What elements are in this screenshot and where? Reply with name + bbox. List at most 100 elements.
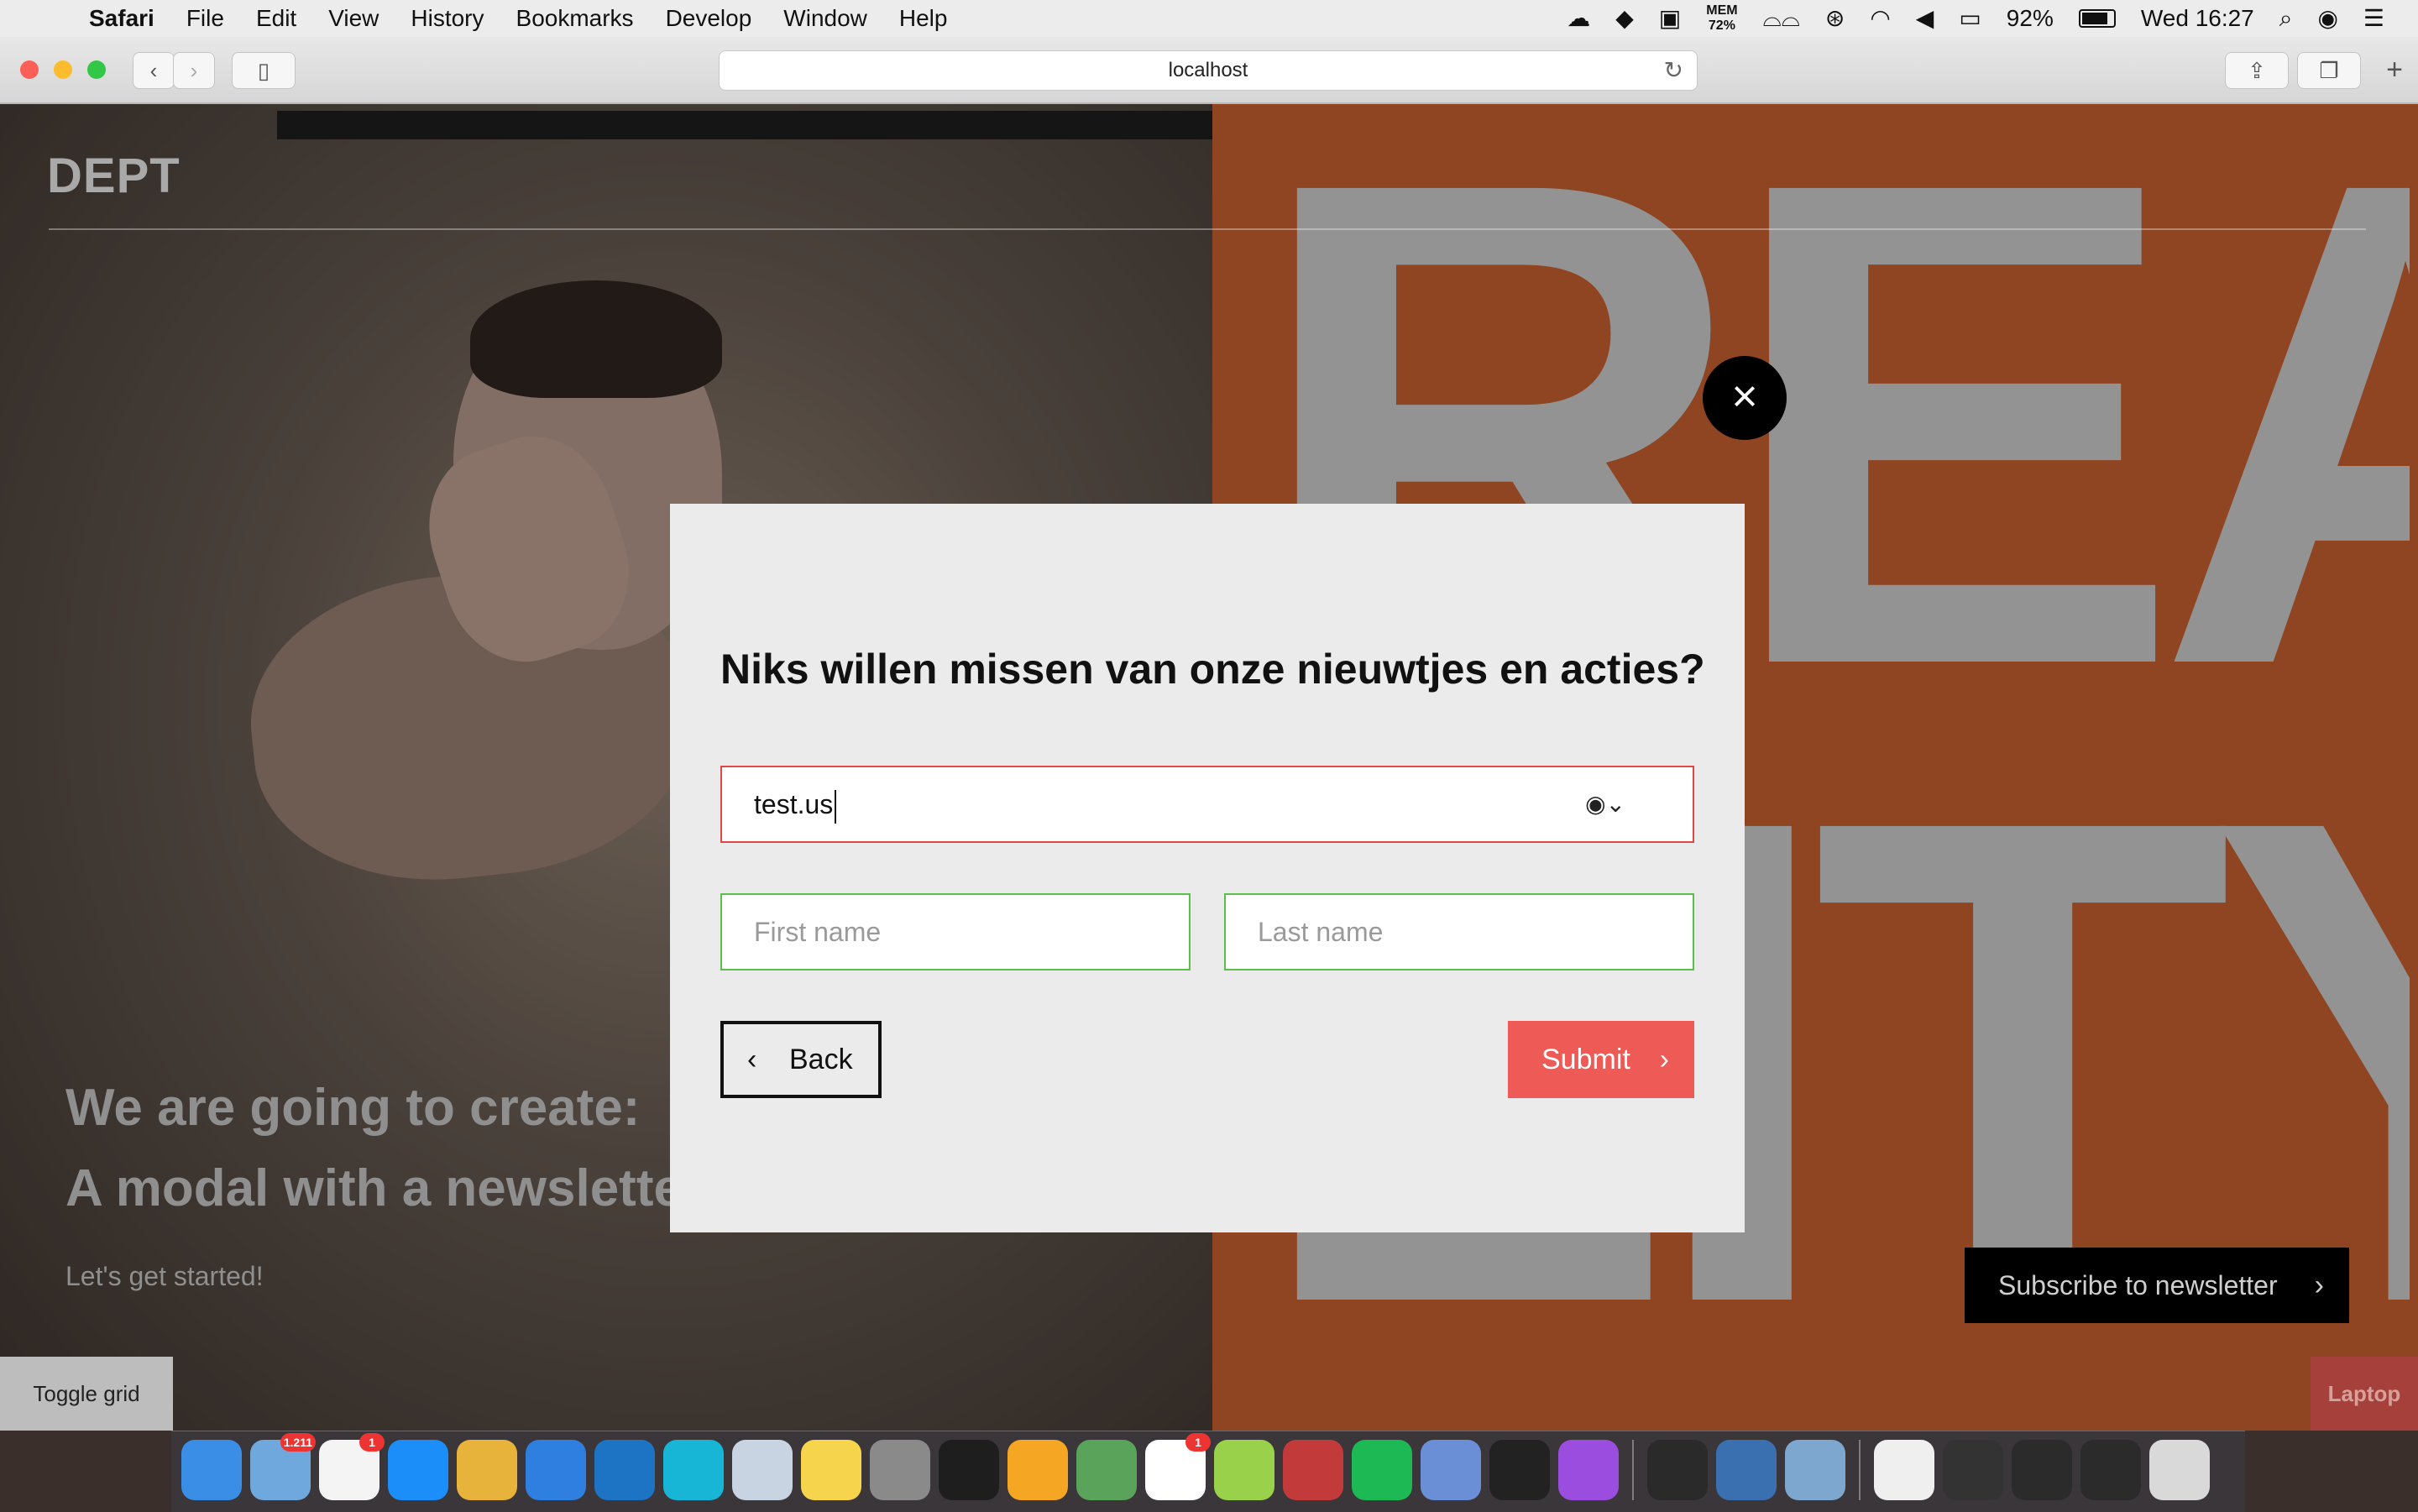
volume-icon[interactable]: ◀ [1916, 0, 1934, 37]
dock-calendar-icon[interactable]: 1 [319, 1433, 385, 1500]
forward-nav-button[interactable]: › [173, 52, 215, 89]
last-name-field[interactable]: Last name [1224, 893, 1694, 971]
menu-window[interactable]: Window [783, 0, 867, 37]
airplay-icon[interactable]: ▭ [1959, 0, 1981, 37]
dock-icons: 1.211 1 1 [181, 1433, 2210, 1500]
last-name-placeholder: Last name [1258, 917, 1384, 947]
menu-bookmarks[interactable]: Bookmarks [516, 0, 634, 37]
menu-file[interactable]: File [186, 0, 224, 37]
chevron-right-icon: › [1659, 1044, 1669, 1075]
back-nav-button[interactable]: ‹ [133, 52, 175, 89]
dock-quicktime-icon[interactable] [1716, 1440, 1777, 1500]
back-button[interactable]: ‹ Back [720, 1021, 882, 1098]
email-field[interactable]: test.us ◉⌄ [720, 766, 1694, 843]
submit-button[interactable]: Submit › [1508, 1021, 1694, 1098]
dock-mail-pilot-icon[interactable] [1283, 1440, 1343, 1500]
window-controls [20, 60, 106, 79]
dock-activity-monitor-icon[interactable] [1647, 1440, 1708, 1500]
share-icon[interactable]: ⇪ [2225, 52, 2289, 89]
dock-separator [1859, 1440, 1861, 1500]
dock-document-icon[interactable] [1874, 1440, 1934, 1500]
dock-podcasts-icon[interactable] [1558, 1440, 1619, 1500]
menu-safari[interactable]: Safari [89, 0, 154, 37]
dock-badge: 1.211 [280, 1433, 316, 1452]
dock-finder-icon[interactable] [181, 1440, 242, 1500]
address-bar-url: localhost [1168, 59, 1248, 81]
memory-label: MEM [1706, 3, 1738, 18]
address-bar[interactable]: localhost ↻ [719, 50, 1698, 91]
glasses-icon[interactable]: ⌓⌓ [1763, 0, 1800, 37]
chevron-left-icon: ‹ [747, 1044, 757, 1075]
creative-cloud-icon[interactable]: ☁ [1567, 0, 1590, 37]
first-name-field[interactable]: First name [720, 893, 1191, 971]
memory-value: 72% [1708, 18, 1735, 33]
menu-view[interactable]: View [328, 0, 379, 37]
modal-title: Niks willen missen van onze nieuwtjes en… [720, 646, 1705, 693]
sidebar-toggle-icon[interactable]: ▯ [232, 52, 296, 89]
dock-nvalt-icon[interactable] [1214, 1440, 1274, 1500]
dock-system-preferences-icon[interactable] [870, 1440, 930, 1500]
accessibility-icon[interactable]: ⊛ [1825, 0, 1845, 37]
dock: 1.211 1 1 [171, 1431, 2245, 1512]
dock-sketch-icon[interactable] [1008, 1440, 1068, 1500]
modal-close-button[interactable]: × [1703, 356, 1787, 440]
dock-notes-icon[interactable] [801, 1440, 861, 1500]
dock-trash-icon[interactable] [2149, 1440, 2210, 1500]
subscribe-newsletter-button[interactable]: Subscribe to newsletter › [1965, 1248, 2349, 1323]
newsletter-modal: Niks willen missen van onze nieuwtjes en… [670, 504, 1745, 1232]
back-button-label: Back [789, 1044, 853, 1075]
dock-terminal-icon[interactable] [939, 1440, 999, 1500]
site-logo[interactable]: DEPT [47, 148, 181, 204]
chevron-right-icon: › [2314, 1269, 2324, 1301]
clock[interactable]: Wed 16:27 [2141, 0, 2254, 37]
menubar-status-area: ☁ ◆ ▣ MEM 72% ⌓⌓ ⊛ ◠ ◀ ▭ 92% Wed 16:27 ⌕… [1567, 0, 2384, 37]
menubar-menus: Safari File Edit View History Bookmarks Develo… [89, 0, 947, 37]
menubar: Safari File Edit View History Bookmarks Develo… [0, 0, 2418, 37]
dock-separator [1632, 1440, 1634, 1500]
memory-monitor[interactable]: MEM 72% [1706, 3, 1737, 34]
battery-percent[interactable]: 92% [2007, 0, 2054, 37]
dock-safari-icon[interactable] [526, 1440, 586, 1500]
notification-center-icon[interactable]: ☰ [2363, 0, 2384, 37]
dock-window-thumb-1-icon[interactable] [2012, 1440, 2072, 1500]
siri-icon[interactable]: ◉ [2317, 0, 2337, 37]
dropbox-icon[interactable]: ◆ [1615, 0, 1634, 37]
first-name-placeholder: First name [754, 917, 882, 947]
dock-git-client-icon[interactable] [1076, 1440, 1137, 1500]
spotlight-search-icon[interactable]: ⌕ [2279, 0, 2293, 37]
menu-history[interactable]: History [411, 0, 484, 37]
dock-window-thumb-2-icon[interactable] [2080, 1440, 2141, 1500]
dock-app-store-icon[interactable] [388, 1440, 448, 1500]
menu-help[interactable]: Help [899, 0, 948, 37]
contact-autofill-icon[interactable]: ◉⌄ [1585, 767, 1625, 841]
email-field-value: test.us [754, 789, 834, 819]
new-tab-icon[interactable]: + [2376, 52, 2413, 87]
dock-abstract-icon[interactable] [1489, 1440, 1550, 1500]
browser-toolbar: ‹ › ▯ localhost ↻ ⇪ ❐ + [0, 37, 2418, 104]
dock-abstract-folder-icon[interactable] [1943, 1440, 2003, 1500]
dock-network-utility-icon[interactable] [1421, 1440, 1481, 1500]
header-divider [49, 228, 2366, 230]
dock-preview-icon[interactable] [732, 1440, 793, 1500]
menu-edit[interactable]: Edit [256, 0, 296, 37]
dock-spotify-icon[interactable] [1352, 1440, 1412, 1500]
toggle-grid-button[interactable]: Toggle grid [0, 1357, 173, 1431]
dock-slack-icon[interactable]: 1 [1145, 1433, 1211, 1500]
tab-overview-icon[interactable]: ❐ [2297, 52, 2361, 89]
menu-develop[interactable]: Develop [666, 0, 752, 37]
dock-chrome-icon[interactable] [457, 1440, 517, 1500]
dock-webstorm-icon[interactable] [663, 1440, 724, 1500]
dock-image-viewer-icon[interactable] [1785, 1440, 1845, 1500]
text-cursor [835, 789, 837, 824]
dock-mail-icon[interactable]: 1.211 [250, 1433, 316, 1500]
screen-record-icon[interactable]: ▣ [1659, 0, 1681, 37]
battery-icon[interactable] [2078, 9, 2116, 28]
minimize-window-button[interactable] [54, 60, 72, 79]
reload-icon[interactable]: ↻ [1664, 51, 1683, 90]
hero-subtitle: Let's get started! [65, 1261, 264, 1291]
zoom-window-button[interactable] [87, 60, 106, 79]
dock-badge: 1 [1185, 1433, 1211, 1452]
close-window-button[interactable] [20, 60, 39, 79]
dock-vscode-icon[interactable] [594, 1440, 655, 1500]
wifi-icon[interactable]: ◠ [1870, 0, 1890, 37]
